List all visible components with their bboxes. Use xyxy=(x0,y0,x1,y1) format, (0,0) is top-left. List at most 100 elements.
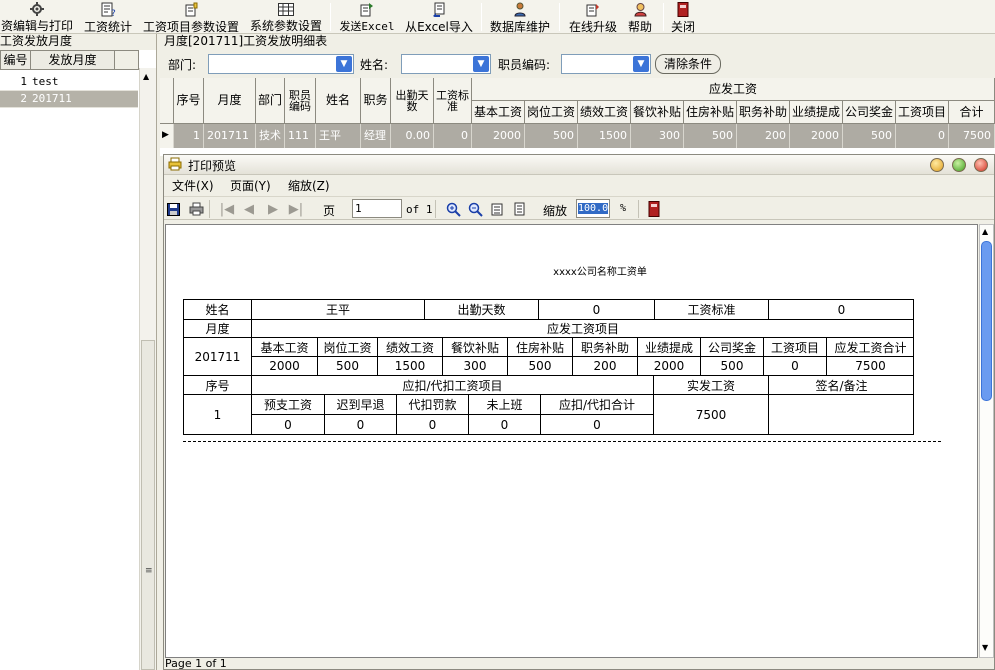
department-select[interactable]: ▼ xyxy=(208,54,354,74)
list-item[interactable]: 1 test xyxy=(0,74,138,91)
table-cell[interactable]: 王平 xyxy=(316,124,361,148)
minimize-icon[interactable] xyxy=(930,158,944,172)
table-cell[interactable]: 300 xyxy=(631,124,684,148)
table-cell[interactable]: 200 xyxy=(737,124,790,148)
column-header-position[interactable]: 职务 xyxy=(361,78,391,124)
column-header-performance[interactable]: 绩效工资 xyxy=(578,101,631,124)
exit-preview-icon[interactable] xyxy=(646,201,662,217)
column-header-meal-allowance[interactable]: 餐饮补贴 xyxy=(631,101,684,124)
list-item-selected[interactable]: 2 201711 xyxy=(0,91,138,108)
clear-conditions-button[interactable]: 清除条件 xyxy=(655,54,721,74)
menu-file[interactable]: 文件(X) xyxy=(172,177,214,194)
table-cell[interactable]: 0 xyxy=(896,124,949,148)
table-cell[interactable]: 201711 xyxy=(204,124,256,148)
column-header-employee-code[interactable]: 职员编码 xyxy=(285,78,316,124)
left-vertical-scrollbar[interactable]: ▲ ≡ xyxy=(139,68,156,670)
toolbar-separator xyxy=(559,3,560,31)
first-page-icon[interactable]: |◀ xyxy=(219,201,235,217)
department-label: 部门: xyxy=(168,58,197,72)
table-cell[interactable]: 7500 xyxy=(949,124,995,148)
upgrade-icon xyxy=(585,2,601,17)
chevron-down-icon[interactable]: ▼ xyxy=(473,56,489,72)
zoom-out-icon[interactable] xyxy=(467,201,483,217)
toolbar-send-excel-button[interactable]: 发送Excel xyxy=(337,0,397,34)
toolbar-separator xyxy=(481,3,482,31)
column-header-housing-allowance[interactable]: 住房补贴 xyxy=(684,101,737,124)
toolbar-database-maintenance-button[interactable]: 数据库维护 xyxy=(488,0,552,34)
scroll-up-icon[interactable]: ▲ xyxy=(143,72,149,81)
next-page-icon[interactable]: ▶ xyxy=(265,201,281,217)
previous-page-icon[interactable]: ◀ xyxy=(241,201,257,217)
slip-item-label: 职务补助 xyxy=(573,338,638,357)
save-icon[interactable] xyxy=(165,201,181,217)
column-header-id[interactable]: 编号 xyxy=(0,50,31,70)
table-cell[interactable]: 2000 xyxy=(472,124,525,148)
table-cell[interactable]: 500 xyxy=(525,124,578,148)
zoom-in-icon[interactable] xyxy=(445,201,461,217)
column-header-company-bonus[interactable]: 公司奖金 xyxy=(843,101,896,124)
toolbar-salary-stats-button[interactable]: ? 工资统计 xyxy=(83,0,133,34)
toolbar-separator xyxy=(435,200,436,218)
slip-item-value: 300 xyxy=(443,357,508,376)
zoom-input[interactable]: 100.0 xyxy=(576,199,610,218)
slip-deduct-value: 0 xyxy=(252,415,325,435)
table-cell[interactable]: 111 xyxy=(285,124,316,148)
print-preview-window: 打印预览 文件(X) 页面(Y) 缩放(Z) |◀ ◀ ▶ ▶| 页 1 of … xyxy=(163,154,995,670)
toolbar-edit-print-button[interactable]: 资编辑与打印 xyxy=(0,0,74,34)
scroll-up-icon[interactable]: ▲ xyxy=(982,227,988,236)
column-header-pay-month[interactable]: 发放月度 xyxy=(30,50,115,70)
column-header-month[interactable]: 月度 xyxy=(204,78,256,124)
toolbar-help-button[interactable]: 帮助 xyxy=(626,0,654,34)
slip-attendance-value: 0 xyxy=(539,300,655,320)
table-cell[interactable]: 经理 xyxy=(361,124,391,148)
table-cell[interactable]: 2000 xyxy=(790,124,843,148)
column-header-salary-item[interactable]: 工资项目 xyxy=(896,101,949,124)
column-header-duty-allowance[interactable]: 职务补助 xyxy=(737,101,790,124)
table-cell[interactable]: 1500 xyxy=(578,124,631,148)
scrollbar-thumb[interactable] xyxy=(981,241,992,401)
slip-item-value: 0 xyxy=(764,357,827,376)
close-icon[interactable] xyxy=(974,158,988,172)
menu-zoom[interactable]: 缩放(Z) xyxy=(288,177,330,194)
page-number-input[interactable]: 1 xyxy=(352,199,402,218)
chevron-down-icon[interactable]: ▼ xyxy=(633,56,649,72)
table-icon xyxy=(278,2,294,16)
table-cell[interactable]: 技术 xyxy=(256,124,285,148)
table-cell[interactable]: 500 xyxy=(843,124,896,148)
table-cell[interactable]: 500 xyxy=(684,124,737,148)
column-header-commission[interactable]: 业绩提成 xyxy=(790,101,843,124)
name-select[interactable]: ▼ xyxy=(401,54,491,74)
column-header-post-salary[interactable]: 岗位工资 xyxy=(525,101,578,124)
column-header-salary-standard[interactable]: 工资标准 xyxy=(434,78,472,124)
column-header-total[interactable]: 合计 xyxy=(949,101,995,124)
chevron-down-icon[interactable]: ▼ xyxy=(336,56,352,72)
column-header-base-salary[interactable]: 基本工资 xyxy=(472,101,525,124)
column-header-name[interactable]: 姓名 xyxy=(316,78,361,124)
column-header-seq[interactable]: 序号 xyxy=(174,78,204,124)
preview-vertical-scrollbar[interactable]: ▲ ▼ xyxy=(979,224,994,658)
toolbar-online-upgrade-button[interactable]: 在线升级 xyxy=(566,0,620,34)
scrollbar-thumb[interactable]: ≡ xyxy=(141,340,155,670)
toolbar-close-button[interactable]: 关闭 xyxy=(668,0,698,34)
column-header-dept[interactable]: 部门 xyxy=(256,78,285,124)
scroll-down-icon[interactable]: ▼ xyxy=(982,643,988,652)
table-cell[interactable]: 1 xyxy=(174,124,204,148)
database-user-icon xyxy=(512,2,528,17)
print-icon[interactable] xyxy=(188,201,204,217)
slip-item-value: 500 xyxy=(508,357,573,376)
table-cell[interactable]: 0.00 xyxy=(391,124,434,148)
employee-code-select[interactable]: ▼ xyxy=(561,54,651,74)
table-cell[interactable]: 0 xyxy=(434,124,472,148)
last-page-icon[interactable]: ▶| xyxy=(288,201,304,217)
preview-title-bar[interactable]: 打印预览 xyxy=(164,155,994,175)
toolbar-import-excel-button[interactable]: 从Excel导入 xyxy=(404,0,474,34)
grid-header-filler xyxy=(114,50,139,70)
page-width-icon[interactable] xyxy=(490,201,506,217)
toolbar-salary-item-settings-button[interactable]: 工资项目参数设置 xyxy=(142,0,240,34)
maximize-icon[interactable] xyxy=(952,158,966,172)
whole-page-icon[interactable] xyxy=(512,201,528,217)
menu-page[interactable]: 页面(Y) xyxy=(230,177,271,194)
toolbar-system-settings-button[interactable]: 系统参数设置 xyxy=(249,0,323,34)
close-door-icon xyxy=(675,2,691,17)
column-header-attendance-days[interactable]: 出勤天数 xyxy=(391,78,434,124)
